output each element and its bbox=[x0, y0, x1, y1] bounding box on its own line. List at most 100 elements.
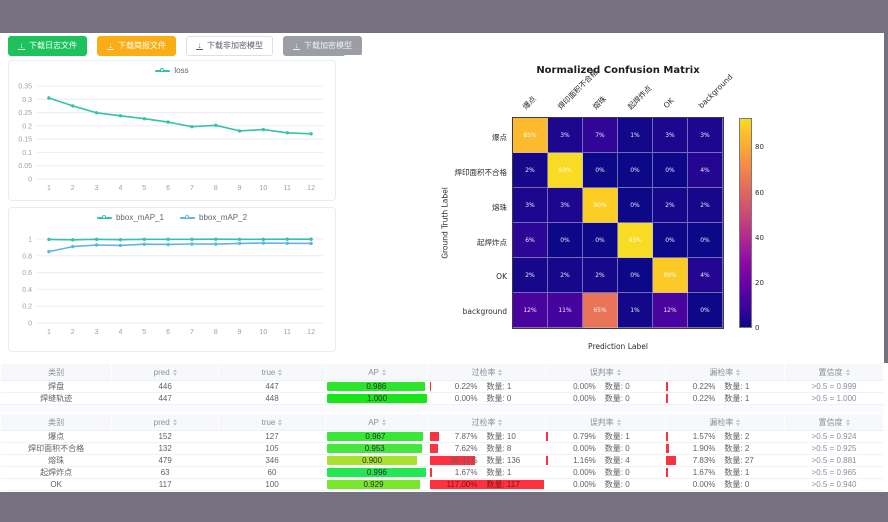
rate-count: 数量: 27 bbox=[724, 455, 772, 466]
rate-count: 数量: 1 bbox=[486, 467, 534, 478]
sort-caret-icon[interactable] bbox=[173, 369, 177, 376]
rate-bar bbox=[430, 382, 431, 391]
legend-item-bbox-map-2[interactable]: bbox_mAP_2 bbox=[180, 213, 247, 222]
download-icon: ↓ bbox=[293, 42, 300, 50]
svg-text:5: 5 bbox=[142, 329, 146, 336]
download-icon: ↓ bbox=[196, 42, 203, 50]
sort-caret-icon[interactable] bbox=[278, 419, 282, 426]
column-header-置信度[interactable]: 置信度 bbox=[785, 414, 884, 431]
download-unencrypted-model-label: 下载非加密模型 bbox=[207, 42, 263, 50]
column-header-误判率[interactable]: 误判率 bbox=[545, 414, 665, 431]
sort-caret-icon[interactable] bbox=[617, 369, 621, 376]
sort-caret-icon[interactable] bbox=[846, 419, 850, 426]
rate-bar bbox=[666, 382, 667, 391]
header-label: 误判率 bbox=[590, 417, 614, 428]
overdetect-cell: 7.62%数量: 8 bbox=[429, 443, 546, 455]
download-log-button[interactable]: ↓ 下载日志文件 bbox=[8, 36, 87, 56]
map-chart-legend: bbox_mAP_1 bbox_mAP_2 bbox=[9, 213, 335, 222]
rate-percent: 0.00% bbox=[677, 480, 715, 489]
dashboard-page: ↓ 下载日志文件 ↓ 下载简报文件 ↓ 下载非加密模型 ↓ 下载加密模型 los… bbox=[0, 33, 888, 492]
svg-text:12: 12 bbox=[307, 329, 315, 336]
sort-caret-icon[interactable] bbox=[498, 369, 502, 376]
svg-text:0: 0 bbox=[28, 177, 32, 184]
table-row[interactable]: OK1171000.929117.00%数量: 1170.00%数量: 00.0… bbox=[1, 479, 884, 491]
rate-count: 数量: 1 bbox=[486, 381, 534, 392]
loss-chart-card: loss 00.050.10.150.20.250.30.35123456789… bbox=[8, 60, 336, 201]
sort-caret-icon[interactable] bbox=[173, 419, 177, 426]
svg-text:0: 0 bbox=[28, 321, 32, 328]
miss-cell: 1.57%数量: 2 bbox=[665, 431, 784, 443]
table-row[interactable]: 焊缝轨迹4474481.0000.00%数量: 00.00%数量: 00.22%… bbox=[1, 393, 884, 405]
miss-cell: 1.90%数量: 2 bbox=[665, 443, 784, 455]
column-header-pred[interactable]: pred bbox=[112, 364, 219, 381]
legend-label: bbox_mAP_2 bbox=[199, 213, 247, 222]
overdetect-cell: 7.87%数量: 10 bbox=[429, 431, 546, 443]
legend-marker-icon bbox=[97, 217, 112, 219]
rate-percent: 0.00% bbox=[558, 480, 596, 489]
class-name-cell: 焊印面积不合格 bbox=[1, 443, 112, 455]
matrix-cell: 0% bbox=[653, 223, 688, 258]
column-header-pred[interactable]: pred bbox=[112, 414, 219, 431]
table-row[interactable]: 起焊炸点63600.9961.67%数量: 10.00%数量: 01.67%数量… bbox=[1, 467, 884, 479]
download-unencrypted-model-button[interactable]: ↓ 下载非加密模型 bbox=[186, 36, 273, 56]
rate-count: 数量: 1 bbox=[724, 381, 772, 392]
column-header-过检率[interactable]: 过检率 bbox=[429, 414, 546, 431]
true-cell: 346 bbox=[219, 455, 326, 467]
rate-count: 数量: 1 bbox=[724, 467, 772, 478]
ap-value: 0.996 bbox=[367, 468, 387, 477]
sort-caret-icon[interactable] bbox=[617, 419, 621, 426]
column-header-AP[interactable]: AP bbox=[325, 364, 428, 381]
legend-label: loss bbox=[174, 66, 188, 75]
column-header-漏检率[interactable]: 漏检率 bbox=[665, 414, 784, 431]
download-report-button[interactable]: ↓ 下载简报文件 bbox=[97, 36, 176, 56]
header-label: pred bbox=[154, 368, 170, 377]
legend-item-bbox-map-1[interactable]: bbox_mAP_1 bbox=[97, 213, 164, 222]
ap-bar: 0.900 bbox=[327, 456, 416, 465]
matrix-cell: 3% bbox=[513, 188, 548, 223]
header-label: 过检率 bbox=[471, 367, 495, 378]
scrollbar-track[interactable] bbox=[884, 33, 888, 363]
confidence-cell: >0.5 = 0.965 bbox=[785, 467, 884, 479]
pred-cell: 447 bbox=[112, 393, 219, 405]
sort-caret-icon[interactable] bbox=[382, 369, 386, 376]
rate-count: 数量: 117 bbox=[486, 479, 534, 490]
svg-text:1: 1 bbox=[28, 237, 32, 244]
column-header-AP[interactable]: AP bbox=[325, 414, 428, 431]
matrix-cell: 4% bbox=[688, 153, 723, 188]
matrix-cell: 3% bbox=[548, 118, 583, 153]
legend-item-loss[interactable]: loss bbox=[155, 66, 188, 75]
matrix-cell: 0% bbox=[688, 293, 723, 328]
table-row[interactable]: 焊印面积不合格1321050.9537.62%数量: 80.00%数量: 01.… bbox=[1, 443, 884, 455]
table-row[interactable]: 熔珠4793460.90039.42%数量: 1361.16%数量: 47.83… bbox=[1, 455, 884, 467]
column-header-过检率[interactable]: 过检率 bbox=[429, 364, 546, 381]
download-encrypted-model-button[interactable]: ↓ 下载加密模型 bbox=[283, 36, 362, 56]
sort-caret-icon[interactable] bbox=[278, 369, 282, 376]
overdetect-cell: 117.00%数量: 117 bbox=[429, 479, 546, 491]
column-header-漏检率[interactable]: 漏检率 bbox=[665, 364, 784, 381]
sort-caret-icon[interactable] bbox=[736, 419, 740, 426]
svg-text:6: 6 bbox=[166, 185, 170, 192]
column-header-true[interactable]: true bbox=[219, 364, 326, 381]
sort-caret-icon[interactable] bbox=[498, 419, 502, 426]
column-header-置信度[interactable]: 置信度 bbox=[785, 364, 884, 381]
class-name-cell: 爆点 bbox=[1, 431, 112, 443]
table-row[interactable]: 爆点1521270.9677.87%数量: 100.79%数量: 11.57%数… bbox=[1, 431, 884, 443]
ap-bar: 1.000 bbox=[327, 394, 426, 403]
table-row[interactable]: 焊盘4464470.9860.22%数量: 10.00%数量: 00.22%数量… bbox=[1, 381, 884, 393]
ap-bar: 0.953 bbox=[327, 444, 422, 453]
rate-bar bbox=[430, 468, 432, 477]
sort-caret-icon[interactable] bbox=[736, 369, 740, 376]
metrics-table-1: 类别predtrueAP过检率误判率漏检率置信度焊盘4464470.9860.2… bbox=[0, 363, 884, 405]
column-header-误判率[interactable]: 误判率 bbox=[545, 364, 665, 381]
svg-text:11: 11 bbox=[284, 329, 291, 336]
metrics-table-2: 类别predtrueAP过检率误判率漏检率置信度爆点1521270.9677.8… bbox=[0, 413, 884, 491]
svg-text:0.35: 0.35 bbox=[18, 84, 32, 91]
sort-caret-icon[interactable] bbox=[846, 369, 850, 376]
column-header-true[interactable]: true bbox=[219, 414, 326, 431]
matrix-cell: 93% bbox=[548, 153, 583, 188]
sort-caret-icon[interactable] bbox=[382, 419, 386, 426]
overdetect-cell: 0.22%数量: 1 bbox=[429, 381, 546, 393]
matrix-cell: 2% bbox=[583, 258, 618, 293]
ap-bar: 0.929 bbox=[327, 480, 419, 489]
svg-text:7: 7 bbox=[190, 329, 194, 336]
